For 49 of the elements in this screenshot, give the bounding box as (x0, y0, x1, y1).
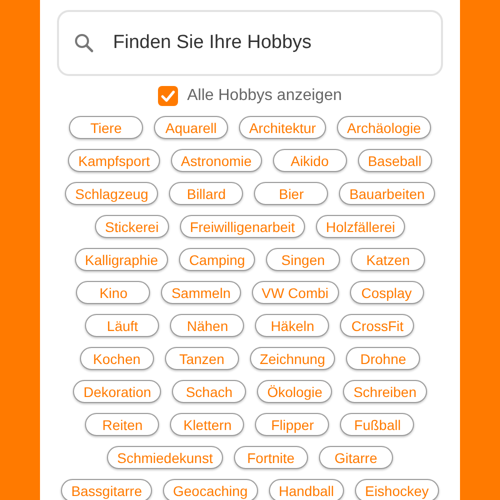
hobby-chip[interactable]: Cosplay (350, 281, 424, 304)
hobby-chip[interactable]: Handball (268, 479, 344, 500)
hobby-chip[interactable]: Läuft (85, 314, 160, 337)
hobby-chip[interactable]: Fußball (340, 413, 414, 436)
checkbox-label: Alle Hobbys anzeigen (187, 87, 342, 105)
hobby-chip[interactable]: Ökologie (257, 380, 332, 403)
hobby-chip[interactable]: VW Combi (252, 281, 339, 304)
hobby-chip[interactable]: Kochen (80, 347, 154, 370)
hobby-chip[interactable]: Fortnite (234, 446, 308, 469)
hobby-chip[interactable]: Flipper (255, 413, 330, 436)
hobby-chip[interactable]: Aikido (272, 149, 347, 172)
hobby-chip[interactable]: CrossFit (340, 314, 414, 337)
hobby-chip[interactable]: Kalligraphie (74, 248, 168, 271)
hobby-chip[interactable]: Geocaching (163, 479, 258, 500)
hobby-chip[interactable]: Sammeln (161, 281, 241, 304)
hobby-chip[interactable]: Kino (76, 281, 150, 304)
hobby-chip[interactable]: Klettern (170, 413, 244, 436)
hobby-chip[interactable]: Drohne (346, 347, 420, 370)
checkbox[interactable] (158, 86, 178, 106)
hobby-chip[interactable]: Reiten (85, 413, 160, 436)
hobby-chip[interactable]: Schmiedekunst (107, 446, 223, 469)
hobby-chip[interactable]: Astronomie (170, 149, 262, 172)
hobby-chip[interactable]: Katzen (351, 248, 426, 271)
hobby-chip[interactable]: Schlagzeug (65, 182, 158, 205)
hobby-chip[interactable]: Schach (172, 380, 246, 403)
hobby-chip[interactable]: Bauarbeiten (339, 182, 435, 205)
hobby-chip[interactable]: Billard (169, 182, 244, 205)
hobby-chip[interactable]: Freiwilligenarbeit (180, 215, 305, 238)
search-field[interactable]: Finden Sie Ihre Hobbys (57, 10, 443, 76)
hobby-chip[interactable]: Archäologie (336, 116, 431, 139)
hobby-chip[interactable]: Holzfällerei (316, 215, 406, 238)
hobby-chip[interactable]: Baseball (358, 149, 432, 172)
hobby-chip[interactable]: Bier (254, 182, 328, 205)
hobby-chip[interactable]: Bassgitarre (61, 479, 152, 500)
hobby-chip[interactable]: Eishockey (354, 479, 439, 500)
hobby-chip[interactable]: Tiere (69, 116, 144, 139)
hobby-chip[interactable]: Zeichnung (250, 347, 336, 370)
hobby-chip[interactable]: Kampfsport (68, 149, 160, 172)
hobby-chip[interactable]: Architektur (239, 116, 326, 139)
hobby-chip[interactable]: Stickerei (94, 215, 169, 238)
hobby-chip[interactable]: Dekoration (73, 380, 162, 403)
hobby-chip[interactable]: Nähen (170, 314, 244, 337)
hobby-chip[interactable]: Tanzen (164, 347, 239, 370)
hobby-chip[interactable]: Häkeln (255, 314, 330, 337)
hobby-chip[interactable]: Schreiben (343, 380, 426, 403)
hobby-chip[interactable]: Singen (266, 248, 340, 271)
hobby-chip[interactable]: Aquarell (154, 116, 228, 139)
hobby-chip[interactable]: Camping (179, 248, 256, 271)
hobby-chip[interactable]: Gitarre (318, 446, 393, 469)
